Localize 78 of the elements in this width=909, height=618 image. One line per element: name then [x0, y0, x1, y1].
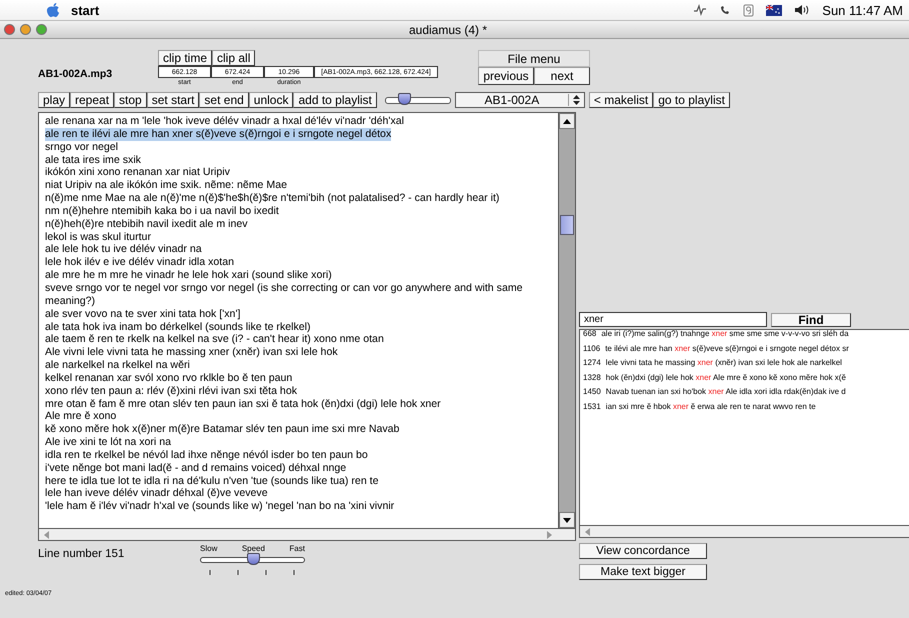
track-select[interactable]: AB1-002A — [454, 92, 585, 108]
slider-thumb[interactable] — [246, 553, 260, 565]
transcript-line[interactable]: i'vete nĕnge bot mani lad(ĕ - and d remains voiced) déhxal nnge — [45, 462, 554, 475]
file-name: AB1-002A.mp3 — [38, 68, 114, 80]
concordance-line[interactable]: 1450 Navab tuenan ian sxi ho'bok xner Ale idla xori idla rdak(ĕn)dak ive d — [583, 385, 909, 400]
concordance-line[interactable]: 1328 hok (ĕn)dxi (dgi) lele hok xner Ale mre ĕ xono kĕ xono mĕre hok x(ĕ — [583, 370, 909, 385]
transport-button[interactable]: stop — [114, 92, 147, 108]
transcript-line[interactable]: idla ren te rkelkel be névól lad ihxe nĕnge névól isder bo ten paun bo — [45, 448, 554, 462]
signal-icon[interactable] — [693, 4, 708, 16]
zoom-button[interactable] — [36, 24, 47, 35]
apple-icon[interactable] — [46, 2, 61, 18]
transport-button[interactable]: set end — [199, 92, 249, 108]
transcript-line[interactable]: lele han iveve délév vinadr déhxal (ĕ)ve veveve — [45, 487, 554, 500]
minimize-button[interactable] — [20, 24, 31, 35]
transcript-line[interactable]: ale mre he m mre he vinadr he lele hok xari (sound slike xori) — [45, 269, 554, 282]
slider-thumb[interactable] — [398, 92, 411, 104]
transcript-line[interactable]: n(ĕ)me nme Mae na ale n(ĕ)'me n(ĕ)$'he$h(ĕ)$re n'temi'bih (not palatalised? - can hardly hear it) — [45, 192, 554, 205]
side-button[interactable]: View concordance — [579, 543, 707, 559]
transcript-line[interactable]: lele hok ilév e ive délév vinadr idla xotan — [45, 256, 554, 270]
speed-label: Slow — [200, 544, 218, 553]
transcript-line[interactable]: ale lele hok tu ive délév vinadr na — [45, 243, 554, 256]
up-arrow-icon[interactable] — [562, 118, 572, 124]
concordance-line[interactable]: 1106 te ilévi ale mre han xner s(ĕ)veve s(ĕ)rngoi e i srngote negel détox sr — [583, 342, 909, 356]
search-field[interactable]: xner — [579, 312, 767, 327]
menubar-clock[interactable]: Sun 11:47 AM — [822, 2, 903, 18]
transcript-line[interactable]: niat Uripiv na ale ikókón ime sxik. nẽme: nẽme Mae — [45, 179, 554, 192]
transcript-line[interactable]: here te idla tue lot te idla ri na dé'kulu n'ven 'tue (sounds like tua) ren te — [45, 474, 554, 488]
playlist-button[interactable]: < makelist — [588, 92, 654, 108]
transcript-line[interactable]: ale narkelkel na rkelkel na wĕri — [45, 359, 554, 372]
side-button[interactable]: Make text bigger — [579, 564, 707, 580]
concordance-line[interactable]: 1531 ian sxi mre ĕ hbok xner ĕ erwa ale ren te narat wwvo ren te — [583, 400, 909, 414]
transcript-line[interactable]: Ale ive xini te lót na xori na — [45, 436, 554, 449]
concordance-line[interactable]: 668 ale iri (i?)me salin(g?) tnahnge xner sme sme sme v-v-v-vo sri sléh da — [583, 330, 909, 342]
transcript-line[interactable]: sveve srngo vor te negel vor srngo vor negel (is she correcting or can vor go anywhere and with same meaning?) — [45, 282, 554, 308]
transcript-line[interactable]: Ale vivni lele vivni tata he massing xner (xnĕr) ivan sxi lele hok — [45, 346, 554, 360]
phone-icon[interactable] — [719, 4, 732, 16]
nav-button[interactable]: next — [534, 67, 590, 85]
window-title: audiamus (4) * — [408, 22, 488, 36]
transcript-line[interactable]: mre otan ĕ fam ĕ mre otan slév ten paun ian sxi ĕ tata hok (ĕn)dxi (dgi) lele hok xner — [45, 398, 554, 410]
app-menu[interactable]: start — [71, 2, 100, 18]
playlist-button[interactable]: go to playlist — [653, 92, 730, 108]
transcript-line[interactable]: kĕ xono mĕre hok x(ĕ)ner m(ĕ)re Batamar slév ten paun ime sxi mre Navab — [45, 423, 554, 436]
nav-button[interactable]: previous — [478, 67, 534, 85]
transport-button[interactable]: add to playlist — [293, 92, 377, 108]
find-button[interactable]: Find — [771, 312, 851, 326]
speed-label: Fast — [289, 544, 305, 553]
transport-button[interactable]: play — [38, 92, 70, 108]
close-button[interactable] — [4, 24, 15, 35]
transcript-line[interactable]: n(ĕ)heh(ĕ)re ntebibih navil ixedit ale m inev — [45, 218, 554, 231]
transcript-line[interactable]: ikókón xini xono renanan xar niat Uripiv — [45, 166, 554, 180]
transcript-line[interactable]: ale renana xar na m 'lele 'hok iveve délév vinadr a hxal dé'lév vi'nadr 'déh'xal — [45, 115, 554, 128]
transcript-line[interactable]: ale taem ĕ ren te rkelk na kelkel na sve (i? - can't hear it) xono nme otan — [45, 333, 554, 346]
transcript-line[interactable]: ale sver vovo na te sver xini tata hok ['xn'] — [45, 308, 554, 320]
transport-button[interactable]: repeat — [70, 92, 114, 108]
transport-button[interactable]: set start — [146, 92, 200, 108]
badge-icon[interactable] — [743, 4, 754, 16]
file-menu[interactable]: File menu — [478, 50, 590, 67]
transcript-line[interactable]: ale tata hok iva inam bo dérkelkel (sounds like te rkelkel) — [45, 320, 554, 334]
transcript-line[interactable]: xono rlév ten paun a: rlév (ĕ)xini rlévi ivan sxi tĕta hok — [45, 384, 554, 398]
transport-button[interactable]: unlock — [248, 92, 294, 108]
transcript-line[interactable]: srngo vor negel — [45, 140, 554, 154]
clip-button[interactable]: clip all — [212, 50, 256, 66]
clip-button[interactable]: clip time — [158, 50, 212, 66]
transcript-line[interactable]: 'lele ham ĕ i'lév vi'nadr h'xal ve (sounds like w) 'negel 'nan bo na 'xini vivnir — [45, 500, 554, 514]
transcript-line[interactable]: Ale mre ĕ xono — [45, 410, 554, 424]
line-number: Line number 151 — [38, 548, 126, 562]
scroll-thumb[interactable] — [560, 215, 574, 235]
flag-icon[interactable] — [766, 4, 782, 16]
horizontal-scrollbar[interactable] — [580, 525, 909, 537]
transcript-line[interactable]: nm n(ĕ)hehre ntemibih kaka bo i ua navil bo ixedit — [45, 204, 554, 218]
down-arrow-icon[interactable] — [562, 516, 572, 524]
vertical-scrollbar[interactable] — [558, 113, 575, 528]
transcript-line[interactable]: lekol is was skul iturtur — [45, 230, 554, 244]
speaker-icon[interactable] — [794, 4, 810, 16]
speed-label: Speed — [242, 544, 265, 553]
transcript-line[interactable]: ale tata ires ime sxik — [45, 154, 554, 166]
transcript-line[interactable]: kelkel renanan xar svól xono rvo rklkle bo ĕ ten paun — [45, 372, 554, 385]
concordance-line[interactable]: 1274 lele vivni tata he massing xner (xnĕr) ivan sxi lele hok ale narkelkel — [583, 356, 909, 370]
